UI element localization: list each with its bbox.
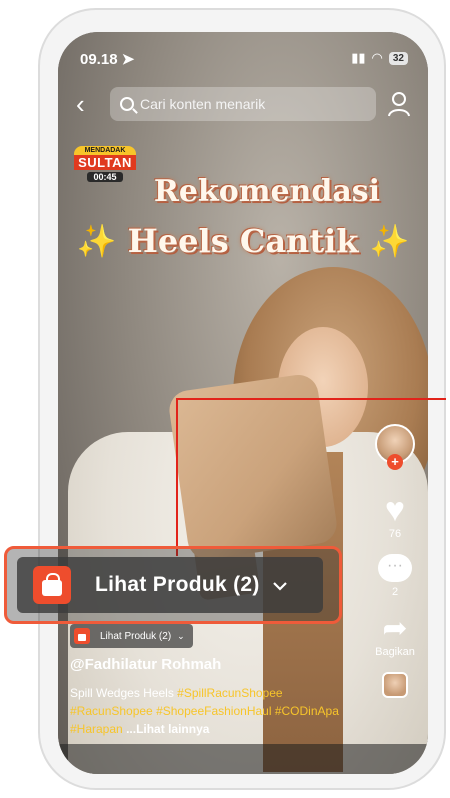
creator-username[interactable]: @Fadhilatur Rohmah xyxy=(70,656,221,673)
bottom-comment-bar[interactable] xyxy=(58,744,428,774)
search-placeholder: Cari konten menarik xyxy=(140,96,266,112)
hashtag[interactable]: #RacunShopee xyxy=(70,704,153,718)
comment-button[interactable]: 2 xyxy=(372,554,418,598)
sparkle-icon: ✨ xyxy=(76,222,117,260)
hashtag[interactable]: #SpillRacunShopee xyxy=(177,686,282,700)
product-button-callout: Lihat Produk (2) xyxy=(4,546,342,624)
hashtag[interactable]: #CODinApa xyxy=(275,704,339,718)
person-icon[interactable] xyxy=(386,90,412,118)
annotation-pointer-line xyxy=(176,398,446,556)
badge-top-text: MENDADAK xyxy=(74,146,136,155)
share-button[interactable]: ➦ Bagikan xyxy=(372,612,418,658)
caption-text: Spill Wedges Heels xyxy=(70,686,174,700)
hashtag[interactable]: #ShopeeFashionHaul xyxy=(156,704,271,718)
status-time: 09.18 ➤ xyxy=(80,51,135,68)
see-more-link[interactable]: ...Lihat lainnya xyxy=(126,722,209,736)
shopping-bag-icon xyxy=(74,628,90,644)
wifi-icon: ◠ xyxy=(371,50,383,65)
sparkle-icon: ✨ xyxy=(369,222,410,260)
chevron-down-icon xyxy=(272,575,288,596)
badge-main-text: SULTAN xyxy=(74,155,136,170)
product-thumbnail[interactable] xyxy=(382,672,408,698)
video-title-line-2-text: Heels Cantik xyxy=(127,222,359,260)
product-pill-button[interactable]: Lihat Produk (2) ⌄ xyxy=(70,624,193,648)
video-title-line-2: ✨ Heels Cantik ✨ xyxy=(58,222,428,260)
status-bar: 09.18 ➤ ▮▮ ◠ 32 xyxy=(58,32,428,84)
product-button-label: Lihat Produk (2) xyxy=(95,573,260,596)
video-title-line-1: Rekomendasi xyxy=(153,174,381,209)
product-pill-label: Lihat Produk (2) xyxy=(100,630,172,642)
share-label: Bagikan xyxy=(375,646,415,658)
chevron-down-icon: ⌄ xyxy=(177,630,185,641)
search-icon xyxy=(120,97,134,111)
video-caption: Spill Wedges Heels #SpillRacunShopee #Ra… xyxy=(70,684,350,738)
hashtag[interactable]: #Harapan xyxy=(70,722,123,736)
comment-count: 2 xyxy=(391,586,399,598)
status-icons: ▮▮ ◠ 32 xyxy=(351,50,408,66)
comment-icon xyxy=(378,554,412,582)
shopping-bag-icon xyxy=(33,566,71,604)
signal-icon: ▮▮ xyxy=(351,50,366,65)
product-button-zoomed[interactable]: Lihat Produk (2) xyxy=(17,557,323,613)
chevron-left-icon[interactable]: ‹ xyxy=(76,90,100,118)
battery-indicator: 32 xyxy=(388,51,408,65)
search-input[interactable]: Cari konten menarik xyxy=(110,87,376,121)
share-icon: ➦ xyxy=(382,612,408,645)
